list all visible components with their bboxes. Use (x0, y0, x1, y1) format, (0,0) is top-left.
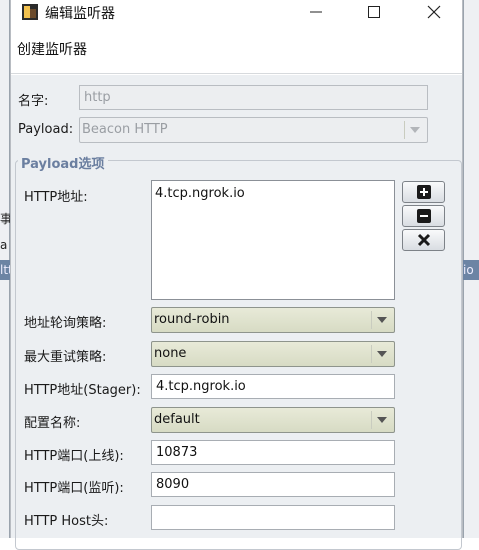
port-c2-field[interactable]: 10873 (151, 440, 395, 465)
background-fragment: io (463, 260, 479, 280)
max-retry-label: 最大重试策略: (24, 350, 107, 365)
app-icon (22, 4, 38, 20)
chevron-down-icon (404, 121, 424, 139)
background-fragment: ltt (0, 260, 10, 280)
payload-value: Beacon HTTP (82, 122, 168, 137)
http-hosts-list[interactable]: 4.tcp.ngrok.io (151, 180, 395, 300)
profile-label: 配置名称: (24, 416, 81, 431)
stager-host-label: HTTP地址(Stager): (24, 383, 141, 398)
host-header-field[interactable] (151, 505, 395, 530)
chevron-down-icon (371, 311, 391, 329)
clear-icon (417, 233, 430, 247)
rotation-label: 地址轮询策略: (24, 316, 107, 331)
stager-host-field[interactable]: 4.tcp.ngrok.io (151, 374, 395, 399)
background-fragment: 事 (0, 212, 10, 226)
window-title: 编辑监听器 (45, 6, 115, 22)
chevron-down-icon (371, 345, 391, 363)
list-item[interactable]: 4.tcp.ngrok.io (155, 186, 391, 201)
minimize-icon (310, 11, 322, 13)
port-bind-field[interactable]: 8090 (151, 472, 395, 497)
port-bind-label: HTTP端口(监听): (24, 481, 124, 496)
minimize-button[interactable] (293, 0, 339, 24)
max-retry-select[interactable]: none (151, 341, 395, 367)
maximize-icon (368, 6, 380, 18)
remove-icon (416, 209, 431, 223)
name-field[interactable]: http (79, 85, 428, 110)
payload-options-title: Payload选项 (18, 153, 108, 172)
name-label: 名字: (18, 94, 49, 109)
edit-listener-dialog: 编辑监听器 创建监听器 名字: http Payload: Beacon HTT… (10, 0, 463, 550)
port-c2-label: HTTP端口(上线): (24, 449, 124, 464)
add-host-button[interactable] (402, 181, 445, 203)
http-hosts-label: HTTP地址: (24, 190, 88, 205)
chevron-down-icon (371, 411, 391, 429)
profile-value: default (154, 412, 200, 427)
title-bar[interactable]: 编辑监听器 (11, 0, 462, 24)
host-header-label: HTTP Host头: (24, 514, 109, 529)
max-retry-value: none (154, 346, 187, 361)
rotation-value: round-robin (154, 312, 230, 327)
header-panel: 创建监听器 (11, 30, 462, 74)
remove-host-button[interactable] (402, 205, 445, 227)
close-icon (427, 5, 441, 19)
clear-hosts-button[interactable] (402, 229, 445, 251)
profile-select[interactable]: default (151, 407, 395, 433)
background-fragment: a (0, 238, 8, 252)
close-button[interactable] (411, 0, 457, 24)
maximize-button[interactable] (351, 0, 397, 24)
payload-label: Payload: (18, 122, 74, 137)
payload-select[interactable]: Beacon HTTP (79, 117, 428, 143)
rotation-select[interactable]: round-robin (151, 307, 395, 333)
header-text: 创建监听器 (17, 42, 87, 58)
add-icon (416, 185, 431, 199)
